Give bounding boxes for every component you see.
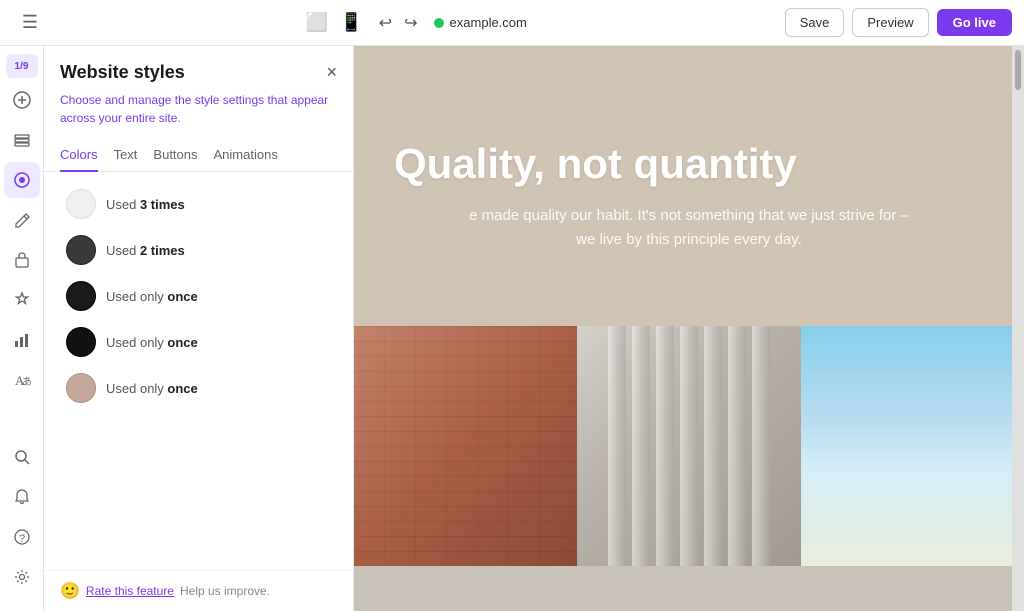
- add-icon[interactable]: [4, 82, 40, 118]
- panel-header: Website styles ×: [44, 46, 353, 91]
- color-swatch-2: [66, 281, 96, 311]
- golive-button[interactable]: Go live: [937, 9, 1012, 36]
- smiley-icon: 🙂: [60, 581, 80, 601]
- color-item-2[interactable]: Used only once: [52, 274, 345, 318]
- mobile-icon[interactable]: 📱: [340, 12, 362, 33]
- fin-1: [608, 326, 626, 566]
- panel-title: Website styles: [60, 62, 185, 83]
- color-label-2: Used only once: [106, 289, 198, 304]
- multilingual-icon[interactable]: Aあ: [4, 362, 40, 398]
- tab-animations[interactable]: Animations: [214, 139, 278, 172]
- color-swatch-0: [66, 189, 96, 219]
- panel-subtitle-end: .: [177, 111, 180, 125]
- icon-strip-bottom: ?: [4, 439, 40, 603]
- img-block-sky: [801, 326, 1024, 566]
- color-label-3: Used only once: [106, 335, 198, 350]
- hero-title: Quality, not quantity: [394, 140, 984, 188]
- canvas-content: Quality, not quantity e made quality our…: [354, 46, 1024, 611]
- svg-text:あ: あ: [22, 376, 31, 388]
- icon-strip-top: 1/9 Aあ: [4, 54, 40, 398]
- topbar-center: ⬜ 📱 ↩ ↪ example.com: [306, 9, 527, 37]
- topbar: ☰ ⬜ 📱 ↩ ↪ example.com Save Preview Go li…: [0, 0, 1024, 46]
- fin-6: [728, 326, 746, 566]
- ai-icon[interactable]: [4, 282, 40, 318]
- concrete-fins: [608, 326, 770, 566]
- svg-text:?: ?: [19, 533, 25, 545]
- edit-icon[interactable]: [4, 202, 40, 238]
- panel-close-button[interactable]: ×: [326, 62, 337, 83]
- undo-button[interactable]: ↩: [375, 9, 396, 37]
- undo-redo-group: ↩ ↪: [375, 9, 422, 37]
- styles-icon[interactable]: [4, 162, 40, 198]
- rate-feature-link[interactable]: Rate this feature: [86, 584, 174, 598]
- sky-texture: [801, 326, 1024, 566]
- tab-colors[interactable]: Colors: [60, 139, 98, 172]
- notification-icon[interactable]: [4, 479, 40, 515]
- tab-buttons[interactable]: Buttons: [153, 139, 197, 172]
- color-item-0[interactable]: Used 3 times: [52, 182, 345, 226]
- store-icon[interactable]: [4, 242, 40, 278]
- img-block-brick: [354, 326, 577, 566]
- domain-text: example.com: [450, 15, 527, 30]
- image-grid: [354, 326, 1024, 566]
- canvas-area: Quality, not quantity e made quality our…: [354, 46, 1024, 611]
- color-list: Used 3 times Used 2 times Used only once…: [44, 172, 353, 570]
- color-swatch-1: [66, 235, 96, 265]
- website-styles-panel: Website styles × Choose and manage the s…: [44, 46, 354, 611]
- color-label-1: Used 2 times: [106, 243, 185, 258]
- tab-text[interactable]: Text: [114, 139, 138, 172]
- settings-icon[interactable]: [4, 559, 40, 595]
- help-icon[interactable]: ?: [4, 519, 40, 555]
- panel-subtitle-link[interactable]: entire site: [125, 111, 177, 125]
- panel-subtitle: Choose and manage the style settings tha…: [44, 91, 353, 139]
- save-button[interactable]: Save: [785, 8, 845, 37]
- panel-footer: 🙂 Rate this feature Help us improve.: [44, 570, 353, 611]
- canvas-scrollbar[interactable]: [1012, 46, 1024, 611]
- main-area: 1/9 Aあ: [0, 46, 1024, 611]
- preview-button[interactable]: Preview: [852, 8, 928, 37]
- hero-section: Quality, not quantity e made quality our…: [354, 46, 1024, 326]
- fin-2: [632, 326, 650, 566]
- brick-lines-overlay: [354, 326, 577, 566]
- topbar-left: ☰: [12, 5, 48, 41]
- color-item-4[interactable]: Used only once: [52, 366, 345, 410]
- icon-strip: 1/9 Aあ: [0, 46, 44, 611]
- canvas-scrollbar-thumb[interactable]: [1015, 50, 1021, 90]
- fin-7: [752, 326, 770, 566]
- desktop-icon[interactable]: ⬜: [306, 12, 328, 33]
- domain-indicator: example.com: [434, 15, 527, 30]
- color-item-1[interactable]: Used 2 times: [52, 228, 345, 272]
- topbar-right: Save Preview Go live: [785, 8, 1012, 37]
- color-swatch-4: [66, 373, 96, 403]
- redo-button[interactable]: ↪: [400, 9, 421, 37]
- panel-tabs: Colors Text Buttons Animations: [44, 139, 353, 172]
- hero-subtitle: e made quality our habit. It's not somet…: [469, 204, 909, 252]
- fin-5: [704, 326, 722, 566]
- color-label-4: Used only once: [106, 381, 198, 396]
- color-item-3[interactable]: Used only once: [52, 320, 345, 364]
- search-bottom-icon[interactable]: [4, 439, 40, 475]
- img-block-concrete: [577, 326, 800, 566]
- panel-subtitle-text: Choose and manage the style settings tha…: [60, 93, 328, 125]
- analytics-icon[interactable]: [4, 322, 40, 358]
- help-text: Help us improve.: [180, 584, 270, 598]
- fin-3: [656, 326, 674, 566]
- fin-4: [680, 326, 698, 566]
- version-badge[interactable]: 1/9: [6, 54, 38, 78]
- hamburger-icon[interactable]: ☰: [12, 5, 48, 41]
- domain-status-dot: [434, 18, 444, 28]
- color-label-0: Used 3 times: [106, 197, 185, 212]
- color-swatch-3: [66, 327, 96, 357]
- layers-icon[interactable]: [4, 122, 40, 158]
